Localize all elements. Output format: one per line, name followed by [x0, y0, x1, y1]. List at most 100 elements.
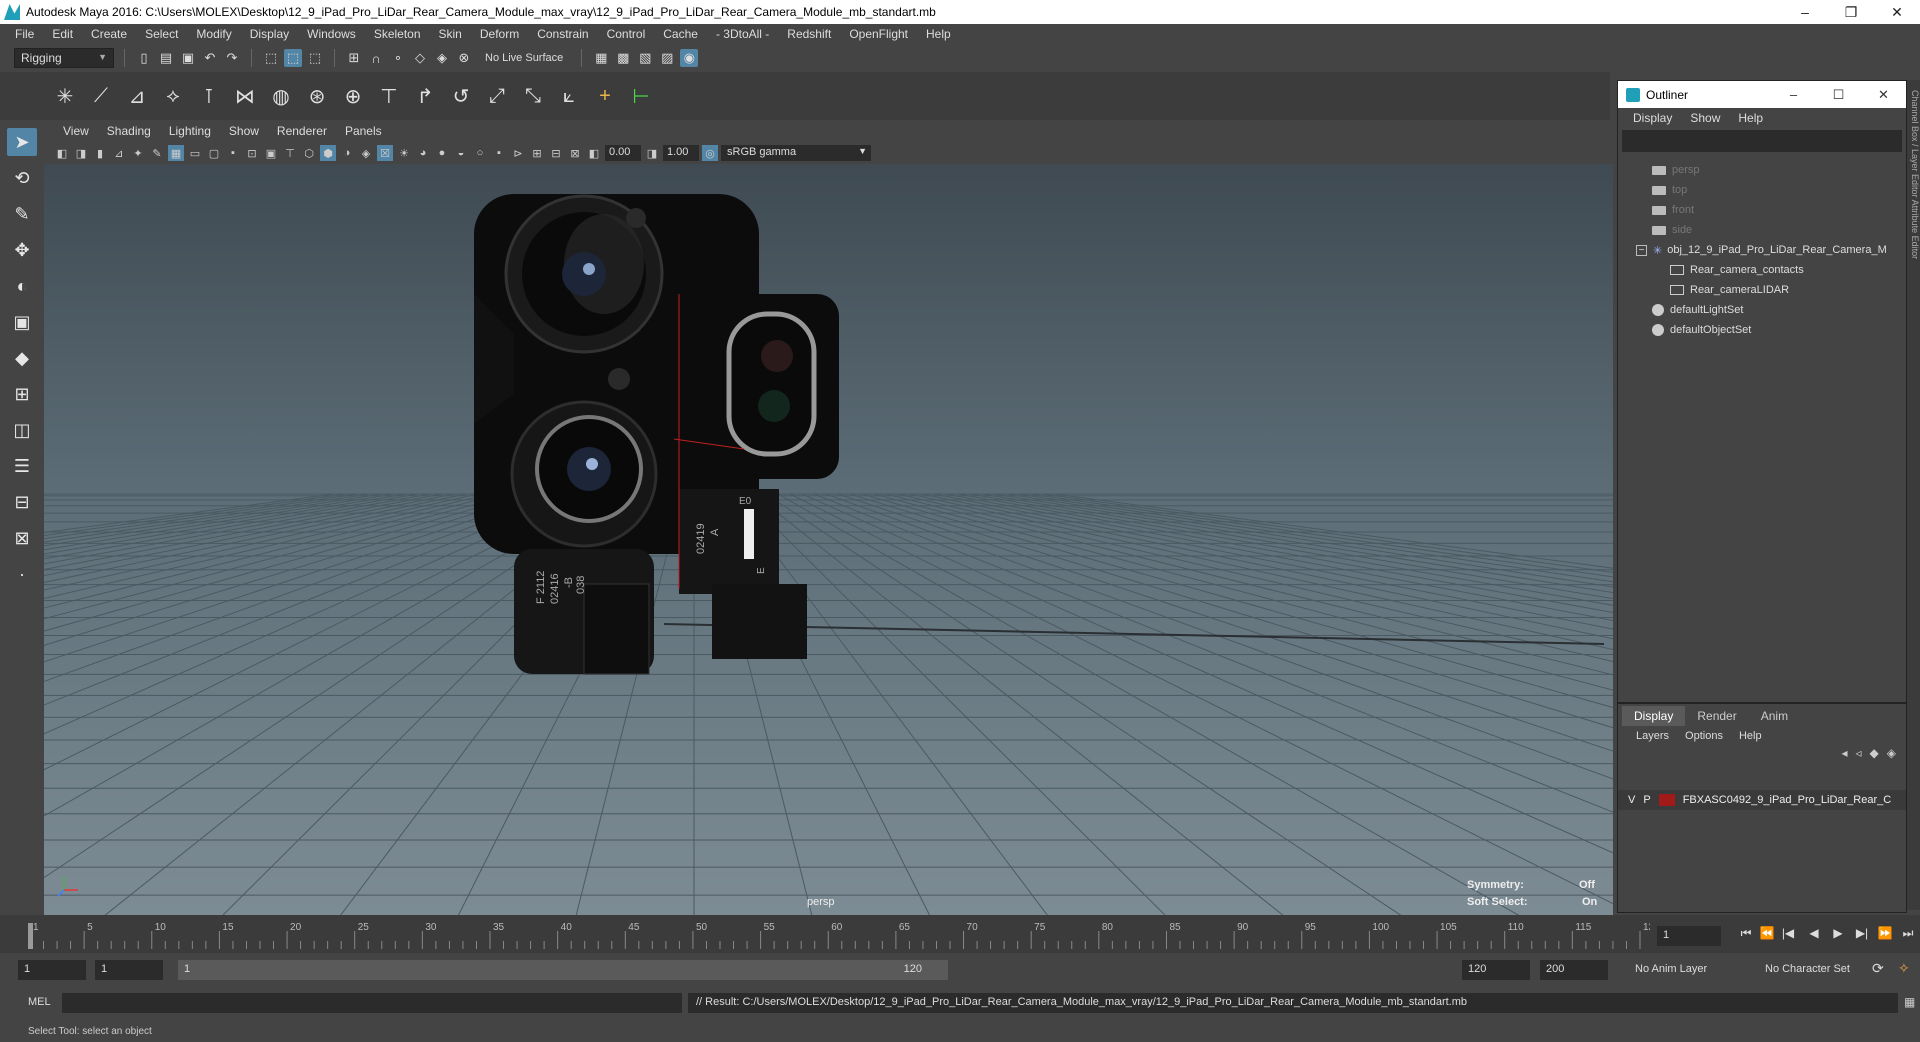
outliner-item[interactable]: − ✳ obj_12_9_iPad_Pro_LiDar_Rear_Camera_M: [1618, 240, 1906, 260]
step-forward-key-icon[interactable]: ⏩: [1876, 926, 1894, 944]
xray-components-icon[interactable]: ⊟: [548, 145, 564, 161]
outliner-menu-help[interactable]: Help: [1729, 111, 1772, 125]
menu-openflight[interactable]: OpenFlight: [840, 27, 917, 41]
joint-tool-icon[interactable]: ✳: [50, 81, 80, 111]
gamma-field[interactable]: 1.00: [663, 145, 699, 161]
panel-menu-shading[interactable]: Shading: [98, 124, 160, 138]
backface-icon[interactable]: ⊠: [567, 145, 583, 161]
step-back-frame-icon[interactable]: |◀: [1779, 926, 1797, 944]
new-empty-layer-icon[interactable]: ◆: [1870, 746, 1879, 766]
panel-menu-show[interactable]: Show: [220, 124, 268, 138]
layer-tab-display[interactable]: Display: [1622, 706, 1686, 726]
hypershade-layout-icon[interactable]: ⊠: [7, 524, 37, 552]
camera-module-model[interactable]: F 2112 02416 -B 038 02419 A E0 E: [474, 194, 839, 675]
outliner-item[interactable]: persp: [1618, 160, 1906, 180]
outliner-item[interactable]: top: [1618, 180, 1906, 200]
textured-icon[interactable]: ◈: [358, 145, 374, 161]
menu-create[interactable]: Create: [82, 27, 136, 41]
wire-deformer-icon[interactable]: ⊛: [302, 81, 332, 111]
panel-menu-panels[interactable]: Panels: [336, 124, 391, 138]
camera-select-icon[interactable]: ◧: [54, 145, 70, 161]
snap-surface-icon[interactable]: ◈: [433, 49, 451, 67]
close-button[interactable]: ✕: [1874, 0, 1920, 24]
move-tool-icon[interactable]: ✥: [7, 236, 37, 264]
select-object-icon[interactable]: ⬚: [284, 49, 302, 67]
hypershade-icon[interactable]: ◉: [680, 49, 699, 67]
layer-color-swatch[interactable]: [1658, 794, 1675, 806]
motion-blur-icon[interactable]: ●: [434, 145, 450, 161]
collapse-toggle-icon[interactable]: −: [1636, 244, 1647, 256]
save-scene-icon[interactable]: ▣: [179, 49, 197, 67]
shaded-wireframe-icon[interactable]: ◑: [339, 145, 355, 161]
parent-constraint-icon[interactable]: ⤡: [518, 81, 548, 111]
paint-weights-icon[interactable]: ⊺: [194, 81, 224, 111]
more-layouts-icon[interactable]: ·: [7, 560, 37, 588]
pole-vector-icon[interactable]: ⟀: [554, 81, 584, 111]
current-frame-field[interactable]: 1: [1657, 926, 1721, 946]
film-gate-icon[interactable]: ▭: [187, 145, 203, 161]
outliner-menu-show[interactable]: Show: [1681, 111, 1729, 125]
xray-joints-icon[interactable]: ⊞: [529, 145, 545, 161]
safe-title-icon[interactable]: ⊤: [282, 145, 298, 161]
view-transform-dropdown[interactable]: sRGB gamma: [721, 145, 871, 161]
new-scene-icon[interactable]: ▯: [135, 49, 153, 67]
menu-skeleton[interactable]: Skeleton: [365, 27, 430, 41]
step-back-key-icon[interactable]: ⏪: [1758, 926, 1776, 944]
camera-attributes-icon[interactable]: ◨: [73, 145, 89, 161]
move-layer-up-icon[interactable]: ◂: [1841, 746, 1847, 766]
outliner-search-field[interactable]: [1622, 130, 1902, 152]
field-chart-icon[interactable]: ⊡: [244, 145, 260, 161]
snap-curve-icon[interactable]: ∩: [367, 49, 385, 67]
lattice-icon[interactable]: ⋈: [230, 81, 260, 111]
menu-modify[interactable]: Modify: [187, 27, 240, 41]
safe-action-icon[interactable]: ▣: [263, 145, 279, 161]
menu-redshift[interactable]: Redshift: [778, 27, 840, 41]
render-settings-icon[interactable]: ▦: [592, 49, 610, 67]
playback-start-field[interactable]: 1: [95, 960, 163, 980]
isolate-select-icon[interactable]: ▪: [491, 145, 507, 161]
layer-visibility-toggle[interactable]: V: [1628, 794, 1635, 806]
outliner-menu-display[interactable]: Display: [1624, 111, 1681, 125]
rotate-tool-icon[interactable]: ◐: [7, 272, 37, 300]
outliner-item[interactable]: defaultLightSet: [1618, 300, 1906, 320]
ipr-render-icon[interactable]: ▧: [636, 49, 654, 67]
scale-constraint-icon[interactable]: ⤢: [482, 81, 512, 111]
menu-windows[interactable]: Windows: [298, 27, 365, 41]
lasso-tool-icon[interactable]: ⟲: [7, 164, 37, 192]
wireframe-icon[interactable]: ⬡: [301, 145, 317, 161]
undo-icon[interactable]: ↶: [201, 49, 219, 67]
open-scene-icon[interactable]: ▤: [157, 49, 175, 67]
play-backwards-icon[interactable]: ◀: [1805, 926, 1823, 944]
locator-icon[interactable]: +: [590, 81, 620, 111]
layer-menu-help[interactable]: Help: [1731, 730, 1770, 742]
layer-tab-render[interactable]: Render: [1685, 706, 1748, 726]
snap-view-icon[interactable]: ◇: [411, 49, 429, 67]
preferences-icon[interactable]: ✧: [1898, 960, 1910, 977]
scene-end-field[interactable]: 200: [1540, 960, 1608, 980]
four-view-layout-icon[interactable]: ⊞: [7, 380, 37, 408]
panel-menu-lighting[interactable]: Lighting: [160, 124, 220, 138]
orient-constraint-icon[interactable]: ↺: [446, 81, 476, 111]
menu-control[interactable]: Control: [598, 27, 655, 41]
side-tabs-strip[interactable]: Channel Box / Layer Editor Attribute Edi…: [1907, 80, 1920, 910]
anti-aliasing-icon[interactable]: ◒: [453, 145, 469, 161]
select-hierarchy-icon[interactable]: ⬚: [262, 49, 280, 67]
outliner-item[interactable]: Rear_camera_contacts: [1618, 260, 1906, 280]
layer-playback-toggle[interactable]: P: [1643, 794, 1650, 806]
graph-layout-icon[interactable]: ⊟: [7, 488, 37, 516]
auto-key-icon[interactable]: ⟳: [1872, 960, 1884, 977]
ik-spline-icon[interactable]: ⊿: [122, 81, 152, 111]
go-to-end-icon[interactable]: ⏭: [1899, 926, 1917, 944]
menu-constrain[interactable]: Constrain: [528, 27, 597, 41]
range-slider[interactable]: 1 120: [178, 960, 948, 980]
render-view-icon[interactable]: ▨: [658, 49, 676, 67]
step-forward-frame-icon[interactable]: ▶|: [1853, 926, 1871, 944]
menu-skin[interactable]: Skin: [430, 27, 471, 41]
color-management-icon[interactable]: ◎: [702, 145, 718, 161]
outliner-item[interactable]: Rear_cameraLIDAR: [1618, 280, 1906, 300]
new-layer-selected-icon[interactable]: ◈: [1887, 746, 1896, 766]
select-component-icon[interactable]: ⬚: [306, 49, 324, 67]
command-input[interactable]: [62, 993, 682, 1013]
scene-start-field[interactable]: 1: [18, 960, 86, 980]
go-to-start-icon[interactable]: ⏮: [1737, 926, 1755, 944]
